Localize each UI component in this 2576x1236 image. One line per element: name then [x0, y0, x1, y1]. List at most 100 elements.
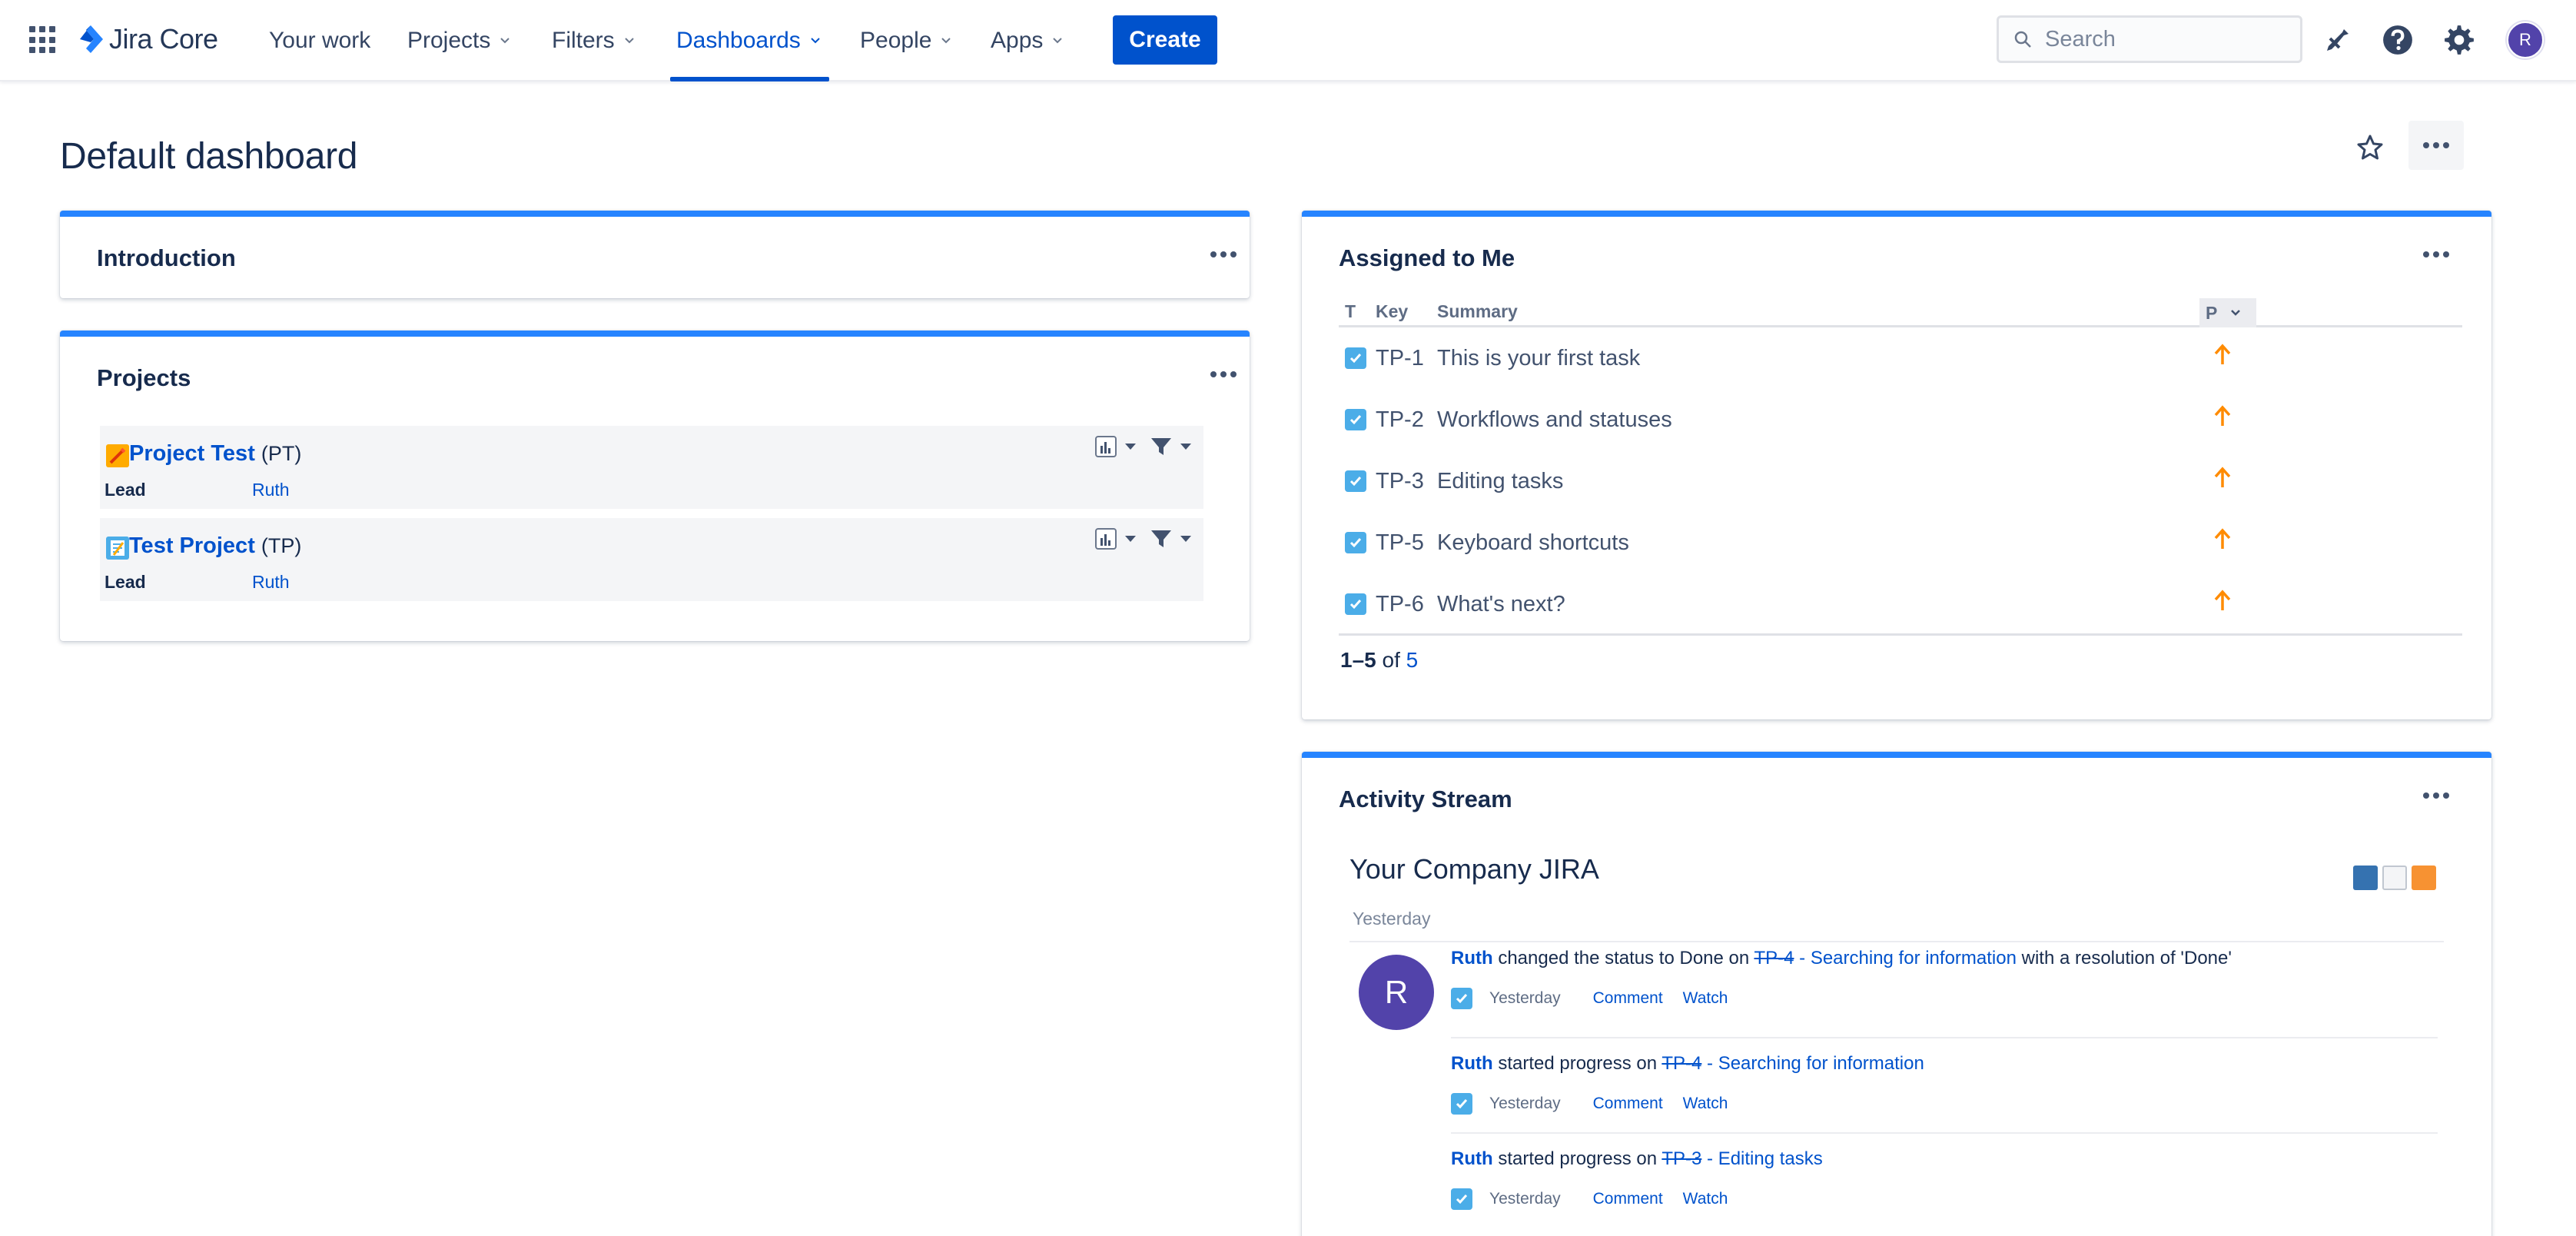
project-name-link[interactable]: Test Project (TP): [129, 533, 301, 559]
search-input[interactable]: [2045, 26, 2291, 52]
project-avatar-icon: [106, 537, 129, 560]
app-switcher-icon[interactable]: [29, 26, 57, 54]
gadget-title: Projects: [97, 364, 191, 391]
page-title: Default dashboard: [60, 136, 358, 177]
nav-label: Filters: [552, 28, 615, 53]
table-row[interactable]: TP-1 This is your first task: [1339, 327, 2462, 389]
table-row[interactable]: TP-2 Workflows and statuses: [1339, 389, 2462, 450]
activity-user-link[interactable]: Ruth: [1451, 1053, 1493, 1074]
priority-high-arrow-icon: [2214, 528, 2231, 549]
nav-projects[interactable]: Projects: [407, 22, 510, 60]
task-type-icon: [1345, 470, 1366, 492]
issue-key: TP-4: [1754, 948, 1794, 969]
reports-chart-icon[interactable]: [1094, 435, 1117, 458]
pager-total-link[interactable]: 5: [1406, 648, 1419, 672]
full-view-icon[interactable]: [2353, 866, 2378, 890]
issue-key-link[interactable]: TP-1: [1376, 346, 1424, 371]
nav-your-work[interactable]: Your work: [269, 22, 370, 60]
issue-table: T Key Summary P TP-1 This is your first t…: [1339, 298, 2462, 635]
issue-link[interactable]: TP-4 - Searching for information: [1661, 1053, 1924, 1074]
chevron-down-icon[interactable]: [1180, 536, 1191, 542]
issue-key-link[interactable]: TP-6: [1376, 592, 1424, 617]
project-key: (PT): [261, 442, 302, 465]
more-icon: [2423, 251, 2449, 258]
comment-link[interactable]: Comment: [1593, 989, 1663, 1008]
filter-icon[interactable]: [1150, 435, 1173, 458]
create-button[interactable]: Create: [1113, 15, 1217, 65]
issue-summary-link[interactable]: Editing tasks: [1437, 469, 1563, 494]
chevron-down-icon[interactable]: [1125, 536, 1136, 542]
table-row[interactable]: TP-6 What's next?: [1339, 573, 2462, 635]
lead-link[interactable]: Ruth: [252, 480, 290, 500]
dashboard-more-button[interactable]: [2408, 121, 2464, 170]
issue-summary-link[interactable]: Workflows and statuses: [1437, 407, 1672, 433]
nav-people[interactable]: People: [860, 22, 951, 60]
column-header-key[interactable]: Key: [1376, 301, 1408, 322]
project-name-link[interactable]: Project Test (PT): [129, 441, 301, 467]
issue-key-link[interactable]: TP-3: [1376, 469, 1424, 494]
issue-link[interactable]: TP-3 - Editing tasks: [1661, 1148, 1822, 1169]
task-type-icon: [1345, 347, 1366, 369]
nav-label: Your work: [269, 28, 371, 53]
issue-key-link[interactable]: TP-5: [1376, 530, 1424, 556]
filter-icon[interactable]: [1150, 527, 1173, 550]
activity-meta: Yesterday Comment Watch: [1451, 1092, 2442, 1115]
nav-label: Projects: [407, 28, 491, 53]
gadget-more-button[interactable]: [1207, 243, 1240, 266]
gadget-more-button[interactable]: [1207, 363, 1240, 386]
table-row[interactable]: TP-3 Editing tasks: [1339, 450, 2462, 512]
chevron-down-icon[interactable]: [1125, 444, 1136, 450]
gadget-more-button[interactable]: [2419, 243, 2453, 266]
comment-link[interactable]: Comment: [1593, 1190, 1663, 1208]
comment-link[interactable]: Comment: [1593, 1095, 1663, 1113]
activity-entry: Ruth started progress on TP-4 - Searchin…: [1451, 1052, 2442, 1115]
project-name: Project Test: [129, 441, 255, 466]
activity-user-link[interactable]: Ruth: [1451, 1148, 1493, 1169]
list-view-icon[interactable]: [2382, 866, 2407, 890]
search-icon: [2014, 31, 2031, 48]
issue-key-link[interactable]: TP-2: [1376, 407, 1424, 433]
jira-logo[interactable]: Jira Core: [77, 20, 218, 58]
activity-user-avatar[interactable]: R: [1359, 955, 1434, 1030]
reports-chart-icon[interactable]: [1094, 527, 1117, 550]
nav-filters[interactable]: Filters: [552, 22, 635, 60]
column-header-type[interactable]: T: [1345, 301, 1356, 322]
user-avatar[interactable]: R: [2507, 22, 2544, 58]
watch-link[interactable]: Watch: [1683, 1095, 1728, 1113]
star-icon[interactable]: [2350, 128, 2390, 168]
activity-user-link[interactable]: Ruth: [1451, 948, 1493, 969]
divider: [1451, 1132, 2438, 1134]
nav-label: Apps: [991, 28, 1044, 53]
settings-gear-icon[interactable]: [2442, 23, 2476, 57]
notifications-icon[interactable]: [2321, 23, 2355, 57]
gadget-projects: Projects Project Test (PT) Lead Ruth Tes…: [60, 331, 1250, 641]
issue-summary-link[interactable]: This is your first task: [1437, 346, 1640, 371]
column-header-summary[interactable]: Summary: [1437, 301, 1518, 322]
activity-action-suffix: with a resolution of 'Done': [2016, 948, 2232, 969]
project-name: Test Project: [129, 533, 255, 558]
issue-summary-link[interactable]: Keyboard shortcuts: [1437, 530, 1629, 556]
help-icon[interactable]: [2381, 23, 2415, 57]
search-box[interactable]: [1997, 15, 2302, 63]
gadget-title: Activity Stream: [1339, 786, 1512, 812]
nav-apps[interactable]: Apps: [991, 22, 1063, 60]
watch-link[interactable]: Watch: [1683, 1190, 1728, 1208]
pager-range: 1–5: [1340, 648, 1376, 672]
table-header: T Key Summary P: [1339, 298, 2462, 327]
nav-dashboards[interactable]: Dashboards: [676, 22, 821, 60]
column-header-priority[interactable]: P: [2199, 298, 2256, 327]
gadget-more-button[interactable]: [2419, 784, 2453, 807]
task-type-icon: [1451, 1093, 1472, 1115]
project-tools: [1094, 527, 1197, 550]
project-avatar-icon: [106, 444, 129, 467]
issue-link[interactable]: TP-4 - Searching for information: [1754, 948, 2016, 969]
chevron-down-icon[interactable]: [1180, 444, 1191, 450]
lead-link[interactable]: Ruth: [252, 572, 290, 593]
stream-date-group: Yesterday: [1353, 909, 1431, 929]
watch-link[interactable]: Watch: [1683, 989, 1728, 1008]
activity-text: Ruth changed the status to Done on TP-4 …: [1451, 947, 2442, 970]
chevron-down-icon: [624, 38, 634, 44]
table-row[interactable]: TP-5 Keyboard shortcuts: [1339, 512, 2462, 573]
issue-summary-link[interactable]: What's next?: [1437, 592, 1565, 617]
rss-feed-icon[interactable]: [2412, 866, 2436, 890]
